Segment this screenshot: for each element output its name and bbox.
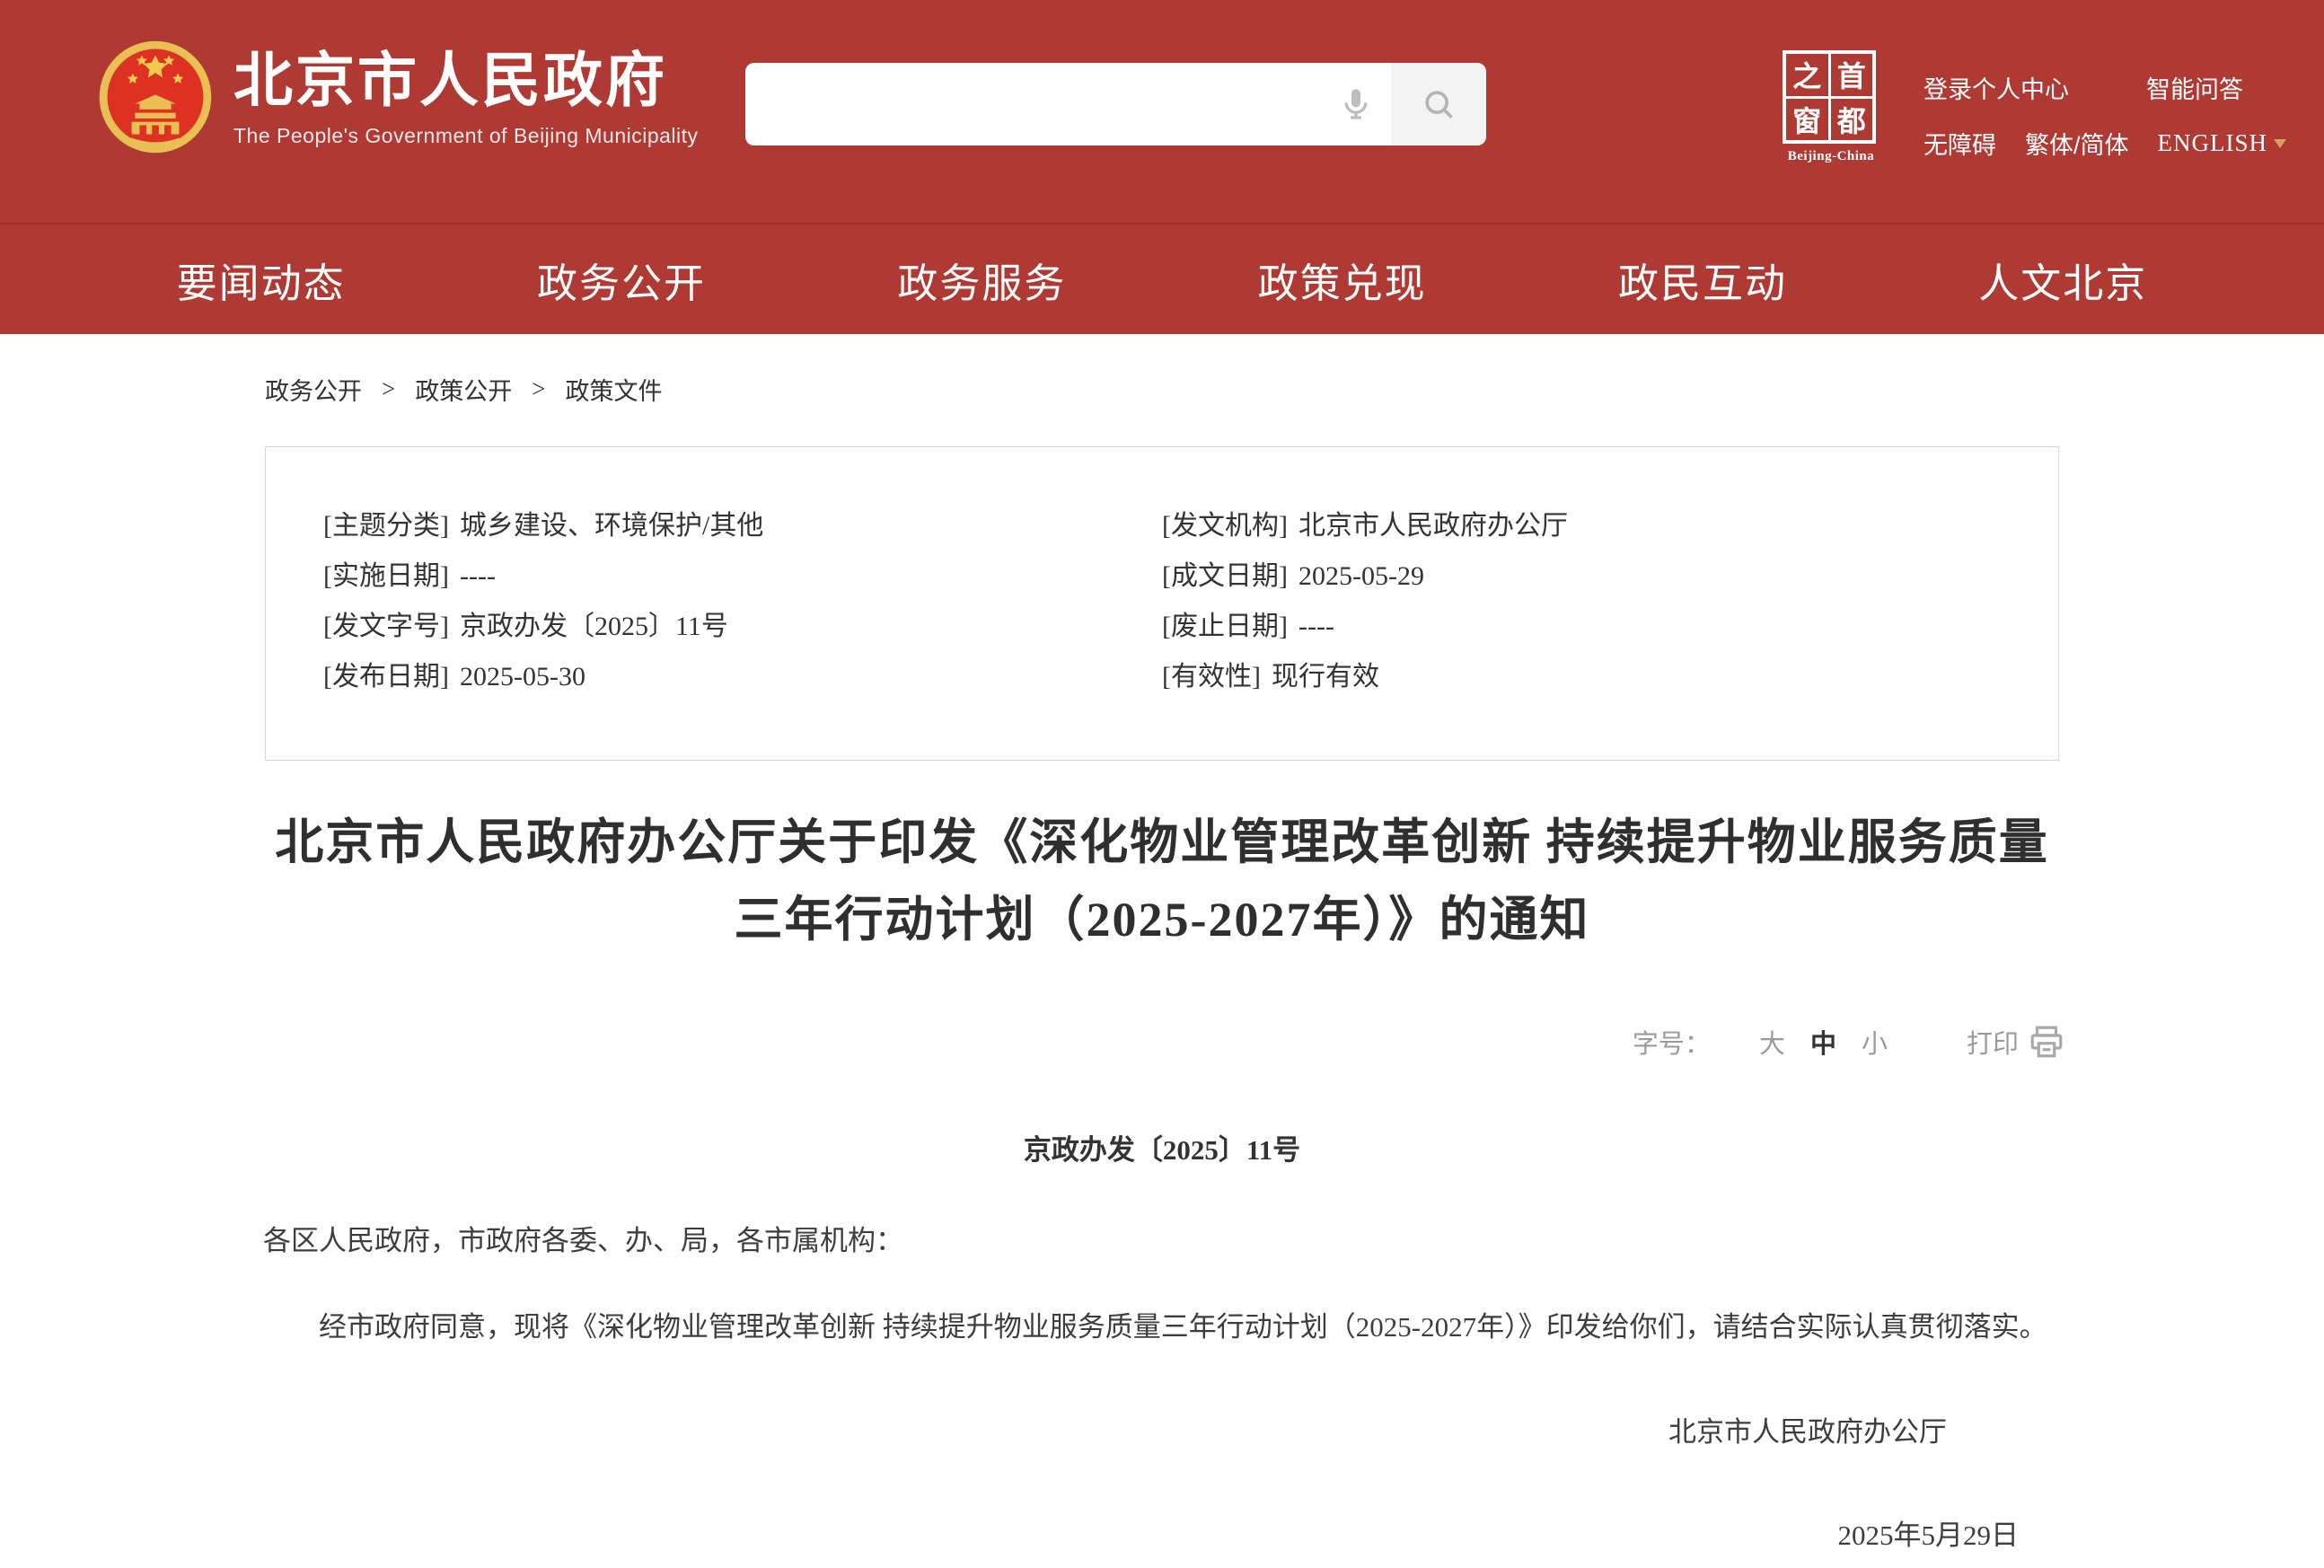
english-language-label: ENGLISH: [2158, 129, 2268, 157]
meta-label: [有效性]: [1162, 662, 1261, 692]
language-variant-link[interactable]: 繁体/简体: [2025, 126, 2129, 161]
meta-label: [发文字号]: [323, 612, 449, 641]
nav-item-interaction[interactable]: 政民互动: [1522, 225, 1882, 334]
site-subtitle: The People's Government of Beijing Munic…: [233, 124, 699, 148]
printer-icon: [2028, 1023, 2065, 1061]
breadcrumb: 政务公开 > 政策公开 > 政策文件: [265, 372, 2324, 407]
nav-item-policy-fulfillment[interactable]: 政策兑现: [1162, 225, 1522, 334]
site-title: 北京市人民政府: [233, 47, 699, 113]
meta-label: [发布日期]: [323, 662, 449, 692]
meta-row-publish-date: [发布日期] 2025-05-30: [323, 652, 1162, 702]
meta-row-repeal-date: [废止日期] ----: [1162, 602, 2058, 652]
seal-char: 窗: [1786, 99, 1828, 141]
site-header: 北京市人民政府 The People's Government of Beiji…: [0, 0, 2324, 223]
page-content: 政务公开 > 政策公开 > 政策文件 [主题分类] 城乡建设、环境保护/其他 [实…: [0, 372, 2324, 1553]
meta-row-topic: [主题分类] 城乡建设、环境保护/其他: [323, 501, 1162, 551]
page-title: 北京市人民政府办公厅关于印发《深化物业管理改革创新 持续提升物业服务质量 三年行…: [0, 804, 2324, 958]
meta-value: 京政办发〔2025〕11号: [460, 612, 728, 641]
capital-window-seal-icon: 之 首 窗 都: [1783, 50, 1876, 144]
meta-value: 现行有效: [1272, 662, 1379, 692]
meta-row-written-date: [成文日期] 2025-05-29: [1162, 551, 2058, 602]
microphone-icon: [1338, 84, 1374, 125]
capital-window-logo[interactable]: 之 首 窗 都 Beijing-China: [1783, 50, 1879, 164]
document-date: 2025年5月29日: [0, 1512, 2324, 1553]
salutation: 各区人民政府，市政府各委、办、局，各市属机构：: [263, 1218, 2324, 1258]
voice-search-button[interactable]: [1321, 63, 1391, 145]
accessibility-link[interactable]: 无障碍: [1923, 126, 1996, 161]
article-toolbar: 字号： 大 中 小 打印: [0, 1023, 2324, 1061]
document-number: 京政办发〔2025〕11号: [0, 1127, 2324, 1167]
font-size-medium-button[interactable]: 中: [1810, 1023, 1836, 1061]
english-language-link[interactable]: ENGLISH: [2158, 129, 2287, 157]
search-icon: [1419, 84, 1458, 124]
seal-char: 首: [1831, 54, 1873, 96]
seal-char: 之: [1786, 54, 1828, 96]
meta-value: ----: [460, 561, 496, 591]
search-button[interactable]: [1391, 63, 1486, 145]
meta-value: 北京市人民政府办公厅: [1298, 511, 1568, 541]
meta-value: 2025-05-30: [460, 662, 585, 692]
signature: 北京市人民政府办公厅: [0, 1409, 2324, 1449]
meta-row-doc-number: [发文字号] 京政办发〔2025〕11号: [323, 602, 1162, 652]
document-meta-box: [主题分类] 城乡建设、环境保护/其他 [实施日期] ---- [发文字号] 京政办发…: [265, 446, 2059, 761]
meta-row-effective-date: [实施日期] ----: [323, 551, 1162, 602]
breadcrumb-separator: >: [532, 375, 545, 403]
header-links-top: 登录个人中心 智能问答: [1923, 70, 2243, 105]
meta-label: [发文机构]: [1162, 511, 1288, 541]
nav-item-gov-info[interactable]: 政务公开: [441, 225, 801, 334]
seal-caption: Beijing-China: [1783, 149, 1879, 164]
meta-label: [成文日期]: [1162, 561, 1288, 591]
meta-label: [实施日期]: [323, 561, 449, 591]
primary-nav: 要闻动态 政务公开 政务服务 政策兑现 政民互动 人文北京: [0, 223, 2324, 334]
meta-row-validity: [有效性] 现行有效: [1162, 652, 2058, 702]
page-title-line2: 三年行动计划（2025-2027年）》的通知: [0, 881, 2324, 958]
search-bar: [745, 63, 1486, 145]
breadcrumb-link-gov-info[interactable]: 政务公开: [265, 372, 362, 407]
meta-label: [废止日期]: [1162, 612, 1288, 641]
nav-item-gov-services[interactable]: 政务服务: [802, 225, 1162, 334]
font-size-large-button[interactable]: 大: [1759, 1023, 1785, 1061]
nav-item-news[interactable]: 要闻动态: [81, 225, 441, 334]
breadcrumb-link-policy-open[interactable]: 政策公开: [415, 372, 512, 407]
search-input[interactable]: [745, 63, 1321, 145]
font-size-small-button[interactable]: 小: [1862, 1023, 1888, 1061]
breadcrumb-separator: >: [382, 375, 395, 403]
font-size-label: 字号：: [1633, 1023, 1711, 1061]
nav-item-culture[interactable]: 人文北京: [1883, 225, 2243, 334]
chevron-down-icon: [2274, 139, 2286, 148]
login-link[interactable]: 登录个人中心: [1923, 70, 2069, 105]
page-title-line1: 北京市人民政府办公厅关于印发《深化物业管理改革创新 持续提升物业服务质量: [0, 804, 2324, 881]
national-emblem-icon: [99, 27, 212, 167]
meta-row-issuing-agency: [发文机构] 北京市人民政府办公厅: [1162, 501, 2058, 551]
smart-qa-link[interactable]: 智能问答: [2146, 70, 2243, 105]
print-button[interactable]: 打印: [1967, 1023, 2065, 1061]
meta-value: ----: [1298, 612, 1334, 641]
seal-char: 都: [1831, 99, 1873, 141]
meta-column-left: [主题分类] 城乡建设、环境保护/其他 [实施日期] ---- [发文字号] 京政办发…: [266, 501, 1162, 702]
meta-label: [主题分类]: [323, 511, 449, 541]
print-label: 打印: [1967, 1023, 2019, 1061]
body-paragraph: 经市政府同意，现将《深化物业管理改革创新 持续提升物业服务质量三年行动计划（20…: [263, 1298, 2061, 1357]
header-links-bottom: 无障碍 繁体/简体 ENGLISH: [1923, 126, 2286, 161]
meta-value: 城乡建设、环境保护/其他: [460, 511, 763, 541]
breadcrumb-link-policy-docs[interactable]: 政策文件: [565, 372, 662, 407]
meta-value: 2025-05-29: [1298, 561, 1424, 591]
site-logo[interactable]: 北京市人民政府 The People's Government of Beiji…: [99, 27, 699, 167]
meta-column-right: [发文机构] 北京市人民政府办公厅 [成文日期] 2025-05-29 [废止日期]…: [1162, 501, 2058, 702]
